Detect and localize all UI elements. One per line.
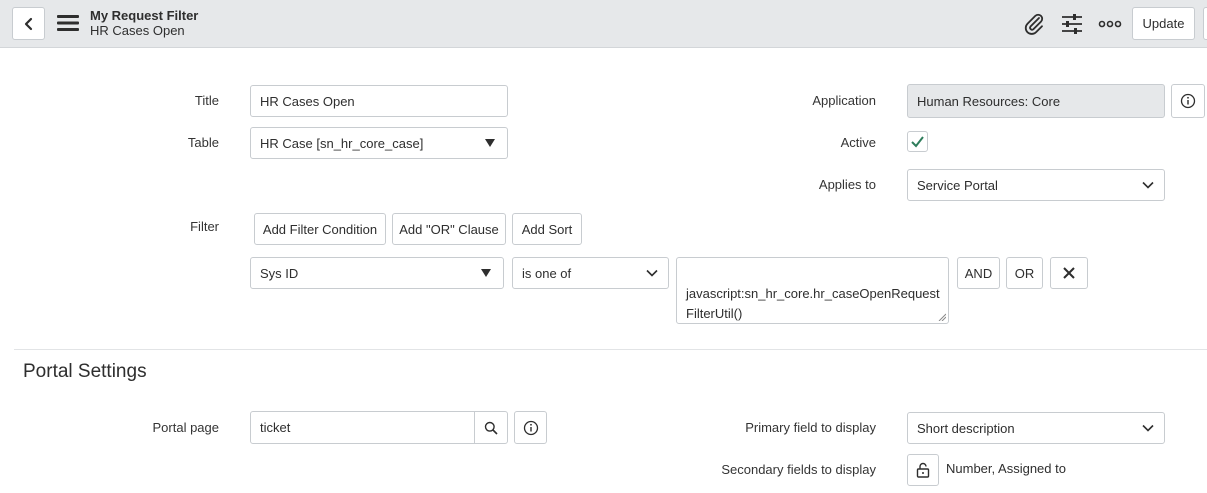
or-button[interactable]: OR — [1006, 257, 1043, 289]
portal-page-input[interactable]: ticket — [250, 411, 475, 444]
chevron-down-icon — [1142, 181, 1154, 189]
add-filter-condition-button[interactable]: Add Filter Condition — [254, 213, 386, 245]
info-icon — [523, 420, 538, 435]
portal-settings-heading: Portal Settings — [23, 361, 147, 382]
portal-page-lookup-button[interactable] — [474, 411, 508, 444]
caret-down-icon — [481, 269, 491, 277]
application-label: Application — [812, 93, 876, 108]
caret-down-icon — [485, 139, 495, 147]
more-icon[interactable] — [1098, 12, 1122, 36]
and-button[interactable]: AND — [957, 257, 1000, 289]
section-divider — [14, 349, 1207, 350]
condition-operator-select[interactable]: is one of — [512, 257, 669, 289]
remove-condition-button[interactable] — [1050, 257, 1088, 289]
update-button[interactable]: Update — [1132, 7, 1195, 40]
overflow-button[interactable] — [1203, 7, 1207, 40]
primary-field-value: Short description — [917, 420, 1015, 436]
resize-grip-icon[interactable] — [938, 313, 946, 321]
title-label: Title — [194, 93, 219, 108]
checkmark-icon — [911, 136, 924, 148]
add-or-clause-button[interactable]: Add "OR" Clause — [392, 213, 506, 245]
active-checkbox[interactable] — [907, 131, 928, 152]
applies-to-label: Applies to — [818, 177, 876, 192]
application-value: Human Resources: Core — [917, 93, 1061, 109]
table-label: Table — [187, 135, 219, 150]
form-subtitle: HR Cases Open — [90, 23, 185, 38]
close-icon — [1063, 267, 1075, 279]
secondary-fields-value: Number, Assigned to — [946, 461, 1066, 476]
back-icon — [24, 17, 32, 30]
unlock-icon — [916, 462, 930, 478]
search-icon — [484, 421, 498, 435]
active-label: Active — [840, 135, 876, 150]
condition-field-value: Sys ID — [260, 265, 299, 281]
table-select-value: HR Case [sn_hr_core_case] — [260, 135, 424, 151]
chevron-down-icon — [646, 269, 658, 277]
application-info-button[interactable] — [1171, 84, 1205, 118]
condition-value-text: javascript:sn_hr_core.hr_caseOpenRequest… — [686, 286, 940, 321]
title-input[interactable]: HR Cases Open — [250, 85, 508, 117]
portal-page-label: Portal page — [152, 420, 220, 435]
condition-field-select[interactable]: Sys ID — [250, 257, 504, 289]
primary-field-label: Primary field to display — [745, 420, 876, 435]
primary-field-select[interactable]: Short description — [907, 412, 1165, 444]
table-select[interactable]: HR Case [sn_hr_core_case] — [250, 127, 508, 159]
menu-icon[interactable] — [57, 14, 79, 32]
form-header: My Request Filter HR Cases Open Update — [0, 0, 1207, 48]
form-title: My Request Filter — [90, 8, 199, 23]
portal-page-info-button[interactable] — [514, 411, 547, 444]
info-icon — [1180, 93, 1196, 109]
title-input-value: HR Cases Open — [260, 93, 355, 109]
applies-to-select[interactable]: Service Portal — [907, 169, 1165, 201]
condition-operator-value: is one of — [522, 265, 572, 281]
secondary-fields-unlock-button[interactable] — [907, 454, 939, 486]
back-button[interactable] — [12, 7, 45, 40]
chevron-down-icon — [1142, 424, 1154, 432]
portal-page-value: ticket — [260, 420, 291, 435]
filter-label: Filter — [190, 219, 219, 234]
add-sort-button[interactable]: Add Sort — [512, 213, 582, 245]
secondary-fields-label: Secondary fields to display — [721, 462, 876, 477]
attachment-icon[interactable] — [1022, 12, 1046, 36]
applies-to-value: Service Portal — [917, 177, 998, 193]
sliders-icon[interactable] — [1060, 12, 1084, 36]
application-field: Human Resources: Core — [907, 84, 1165, 118]
condition-value-textarea[interactable]: javascript:sn_hr_core.hr_caseOpenRequest… — [676, 257, 949, 324]
